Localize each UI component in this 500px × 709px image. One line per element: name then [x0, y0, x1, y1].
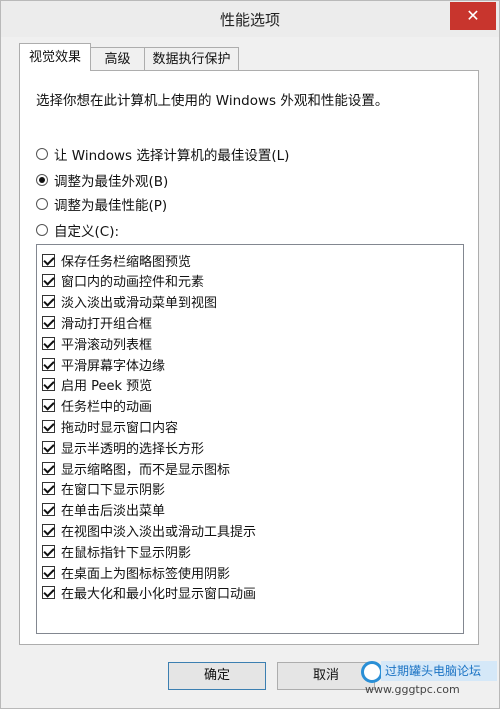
checkbox-item[interactable]: 启用 Peek 预览	[42, 375, 152, 395]
radio-label: 让 Windows 选择计算机的最佳设置(L)	[54, 148, 290, 164]
radio-let-windows-choose[interactable]: 让 Windows 选择计算机的最佳设置(L)	[36, 144, 289, 164]
forum-logo-icon	[361, 661, 383, 683]
checkbox[interactable]	[42, 357, 55, 371]
radio-button[interactable]	[36, 174, 48, 186]
checkbox[interactable]	[42, 482, 55, 496]
checkbox-item[interactable]: 平滑屏幕字体边缘	[42, 354, 165, 374]
radio-label: 自定义(C):	[54, 224, 120, 240]
checkbox[interactable]	[42, 565, 55, 579]
checkbox-label: 在窗口下显示阴影	[61, 483, 166, 499]
checkbox-label: 滑动打开组合框	[61, 316, 153, 332]
checkbox-item[interactable]: 保存任务栏缩略图预览	[42, 250, 191, 270]
checkbox-item[interactable]: 在鼠标指针下显示阴影	[42, 541, 191, 561]
checkbox-label: 在鼠标指针下显示阴影	[61, 545, 192, 561]
checkbox-item[interactable]: 淡入淡出或滑动菜单到视图	[42, 292, 217, 312]
radio-best-performance[interactable]: 调整为最佳性能(P)	[36, 194, 167, 214]
checkbox-label: 窗口内的动画控件和元素	[61, 275, 205, 291]
checkbox[interactable]	[42, 461, 55, 475]
checkbox[interactable]	[42, 295, 55, 309]
radio-custom[interactable]: 自定义(C):	[36, 220, 119, 240]
checkbox-label: 平滑滚动列表框	[61, 337, 153, 353]
checkbox[interactable]	[42, 253, 55, 267]
performance-options-dialog: 性能选项 ✕ 视觉效果 高级 数据执行保护 选择你想在此计算机上使用的 Wind…	[0, 0, 500, 709]
visual-effects-list[interactable]: 保存任务栏缩略图预览 窗口内的动画控件和元素 淡入淡出或滑动菜单到视图 滑动打开组合框…	[36, 244, 464, 634]
radio-button[interactable]	[36, 224, 48, 236]
checkbox-item[interactable]: 滑动打开组合框	[42, 312, 152, 332]
site-watermark: 过期罐头电脑论坛 www.gggtpc.com	[357, 653, 497, 705]
checkbox-item[interactable]: 任务栏中的动画	[42, 396, 152, 416]
checkbox-label: 在桌面上为图标标签使用阴影	[61, 566, 231, 582]
checkbox[interactable]	[42, 503, 55, 517]
visual-effects-panel: 选择你想在此计算机上使用的 Windows 外观和性能设置。 让 Windows…	[19, 70, 479, 645]
checkbox[interactable]	[42, 315, 55, 329]
checkbox[interactable]	[42, 586, 55, 600]
checkbox[interactable]	[42, 399, 55, 413]
checkbox[interactable]	[42, 440, 55, 454]
tab-advanced[interactable]: 高级	[90, 47, 145, 70]
checkbox-item[interactable]: 在单击后淡出菜单	[42, 500, 165, 520]
checkbox[interactable]	[42, 419, 55, 433]
checkbox[interactable]	[42, 274, 55, 288]
tab-visual-effects[interactable]: 视觉效果	[19, 43, 91, 71]
watermark-title: 过期罐头电脑论坛	[381, 661, 497, 681]
checkbox-item[interactable]: 平滑滚动列表框	[42, 333, 152, 353]
window-title: 性能选项	[219, 11, 280, 29]
radio-label: 调整为最佳外观(B)	[54, 174, 169, 190]
radio-button[interactable]	[36, 148, 48, 160]
checkbox[interactable]	[42, 378, 55, 392]
checkbox-label: 显示缩略图，而不是显示图标	[61, 462, 231, 478]
checkbox-item[interactable]: 在视图中淡入淡出或滑动工具提示	[42, 520, 256, 540]
checkbox-item[interactable]: 显示半透明的选择长方形	[42, 437, 204, 457]
checkbox-label: 显示半透明的选择长方形	[61, 441, 205, 457]
checkbox-item[interactable]: 在桌面上为图标标签使用阴影	[42, 562, 230, 582]
checkbox-label: 在视图中淡入淡出或滑动工具提示	[61, 524, 257, 540]
checkbox-label: 平滑屏幕字体边缘	[61, 358, 166, 374]
checkbox-item[interactable]: 拖动时显示窗口内容	[42, 416, 178, 436]
checkbox-label: 淡入淡出或滑动菜单到视图	[61, 296, 218, 312]
close-icon: ✕	[466, 6, 480, 25]
checkbox-label: 任务栏中的动画	[61, 400, 153, 416]
checkbox-label: 启用 Peek 预览	[61, 379, 153, 395]
ok-button[interactable]: 确定	[168, 662, 266, 690]
checkbox-label: 保存任务栏缩略图预览	[61, 254, 192, 270]
checkbox-item[interactable]: 显示缩略图，而不是显示图标	[42, 458, 230, 478]
checkbox[interactable]	[42, 544, 55, 558]
checkbox-label: 在单击后淡出菜单	[61, 504, 166, 520]
tab-data-execution-prevention[interactable]: 数据执行保护	[144, 47, 239, 70]
close-button[interactable]: ✕	[450, 2, 496, 30]
radio-button[interactable]	[36, 198, 48, 210]
checkbox-item[interactable]: 窗口内的动画控件和元素	[42, 271, 204, 291]
checkbox-item[interactable]: 在窗口下显示阴影	[42, 479, 165, 499]
watermark-url: www.gggtpc.com	[365, 683, 460, 696]
checkbox-item[interactable]: 在最大化和最小化时显示窗口动画	[42, 583, 256, 603]
checkbox-label: 在最大化和最小化时显示窗口动画	[61, 587, 257, 603]
radio-label: 调整为最佳性能(P)	[54, 198, 168, 214]
radio-best-appearance[interactable]: 调整为最佳外观(B)	[36, 170, 168, 190]
checkbox[interactable]	[42, 336, 55, 350]
panel-description: 选择你想在此计算机上使用的 Windows 外观和性能设置。	[36, 93, 389, 109]
checkbox-label: 拖动时显示窗口内容	[61, 420, 179, 436]
checkbox[interactable]	[42, 523, 55, 537]
title-bar[interactable]: 性能选项 ✕	[1, 1, 499, 37]
